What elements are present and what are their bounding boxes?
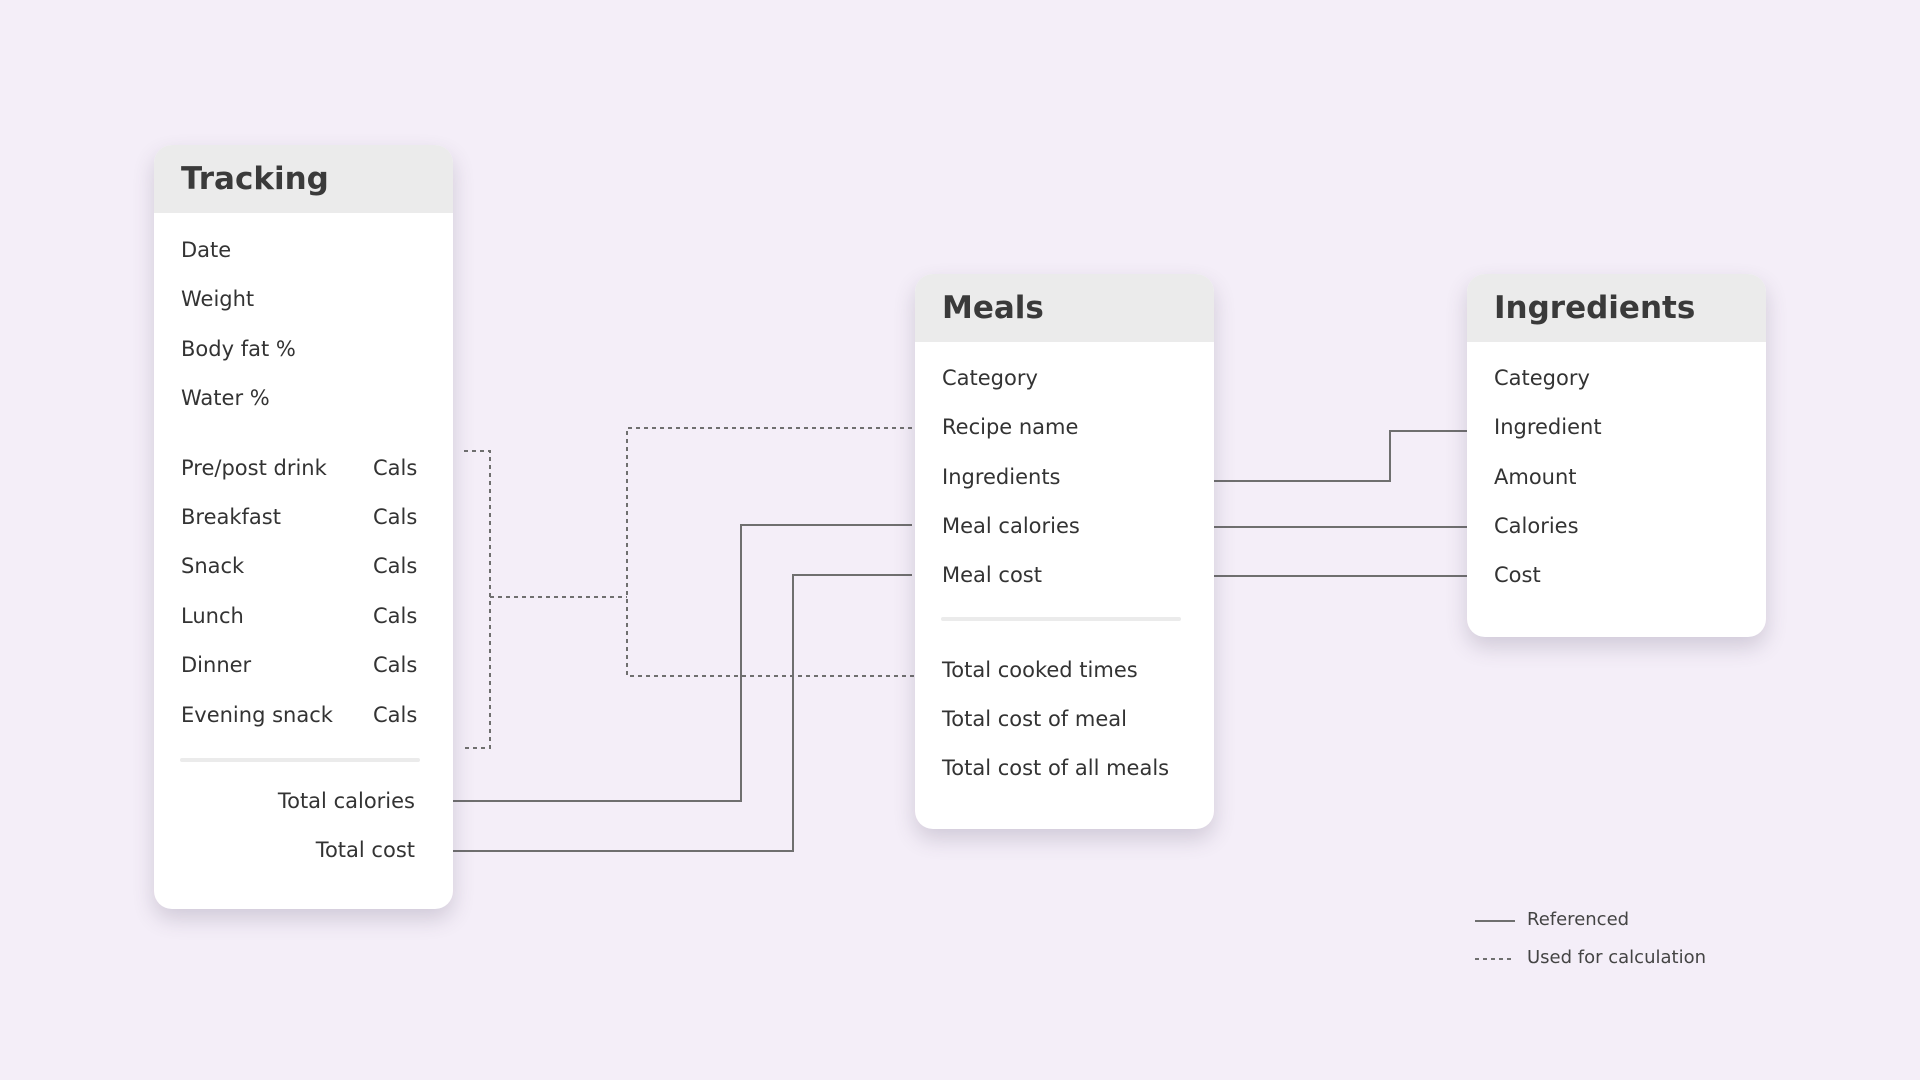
tracking-total-cost: Total cost [315,838,415,862]
tracking-meal-label: Evening snack [181,703,333,727]
tracking-field-water: Water % [181,386,270,410]
tracking-meal-label: Breakfast [181,505,281,529]
meals-field-meal-cost: Meal cost [942,563,1042,587]
ingredients-card: Ingredients Category Ingredient Amount C… [1467,274,1766,637]
tracking-meal-unit: Cals [373,456,418,480]
ingredients-card-header: Ingredients [1467,274,1766,342]
tracking-card: Tracking Date Weight Body fat % Water % … [154,145,453,909]
tracking-meal-unit: Cals [373,604,418,628]
ingredients-field-amount: Amount [1494,465,1577,489]
tracking-meal-label: Dinner [181,653,252,677]
tracking-meal-unit: Cals [373,653,418,677]
tracking-field-body-fat: Body fat % [181,337,296,361]
ingredients-field-calories: Calories [1494,514,1579,538]
tracking-meal-label: Snack [181,554,245,578]
meals-total-cost-of-meal: Total cost of meal [942,707,1127,731]
ingredients-field-cost: Cost [1494,563,1541,587]
meals-title: Meals [942,290,1044,326]
tracking-title: Tracking [181,161,329,197]
meals-field-ingredients: Ingredients [942,465,1061,489]
meals-field-category: Category [942,366,1038,390]
calc-link-recipe-totals [626,427,916,677]
meals-card: Meals Category Recipe name Ingredients M… [915,274,1214,829]
ingredients-field-ingredient: Ingredient [1494,415,1602,439]
legend-calculation-label: Used for calculation [1527,947,1706,968]
meals-field-recipe-name: Recipe name [942,415,1079,439]
meals-total-cooked-times: Total cooked times [942,658,1138,682]
ingredients-field-category: Category [1494,366,1590,390]
meals-card-header: Meals [915,274,1214,342]
ingredients-title: Ingredients [1494,290,1696,326]
tracking-card-header: Tracking [154,145,453,213]
link-total-calories-meal-calories [432,524,912,802]
tracking-meal-unit: Cals [373,703,418,727]
tracking-meal-unit: Cals [373,554,418,578]
calc-bracket-meals [464,450,491,749]
meals-divider [941,617,1181,621]
meals-field-meal-calories: Meal calories [942,514,1080,538]
tracking-field-date: Date [181,238,232,262]
legend-referenced-label: Referenced [1527,909,1630,930]
link-total-cost-meal-cost [432,574,912,852]
tracking-divider [180,758,420,762]
tracking-total-calories: Total calories [277,789,415,813]
meals-total-cost-all-meals: Total cost of all meals [942,756,1170,780]
tracking-meal-unit: Cals [373,505,418,529]
tracking-meal-label: Pre/post drink [181,456,327,480]
tracking-field-weight: Weight [181,287,255,311]
tracking-meal-label: Lunch [181,604,244,628]
